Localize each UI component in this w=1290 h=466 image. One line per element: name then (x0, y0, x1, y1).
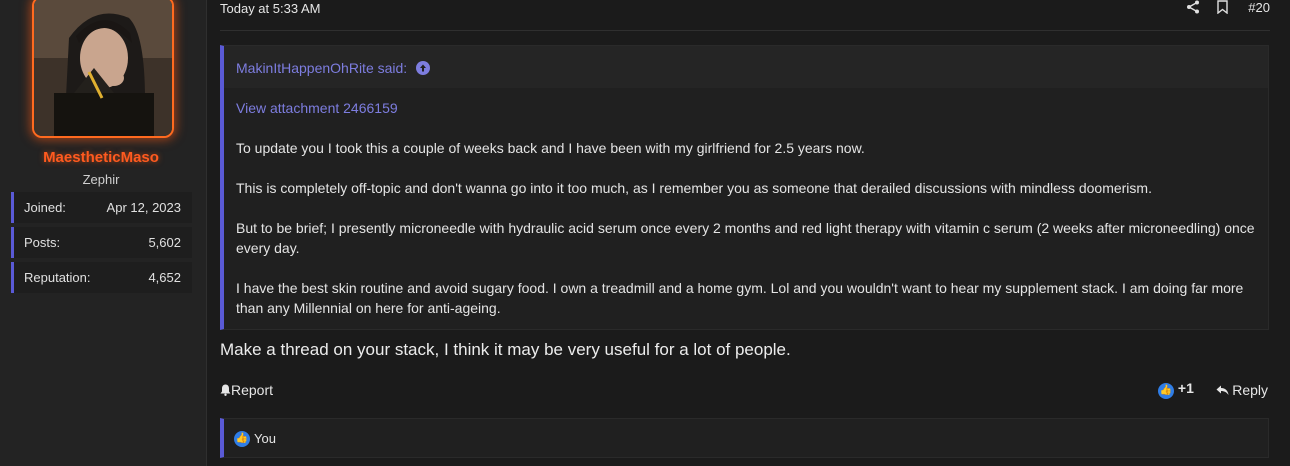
avatar[interactable] (32, 0, 174, 138)
stat-posts: Posts: 5,602 (11, 227, 192, 258)
quote-paragraph: This is completely off-topic and don't w… (236, 180, 1152, 196)
quote-block: MakinItHappenOhRite said: View attachmen… (220, 45, 1269, 330)
bookmark-icon[interactable] (1217, 0, 1228, 17)
user-sidebar: MaestheticMaso Zephir Joined: Apr 12, 20… (0, 0, 207, 466)
quote-paragraph: To update you I took this a couple of we… (236, 140, 865, 156)
stat-label: Reputation: (24, 270, 91, 285)
post-main: Today at 5:33 AM #20 MakinItHappenOhRite… (220, 0, 1270, 466)
quote-author-text: MakinItHappenOhRite said: (236, 60, 408, 76)
post-body: Make a thread on your stack, I think it … (220, 340, 791, 359)
post-number[interactable]: #20 (1248, 0, 1270, 15)
quote-header: MakinItHappenOhRite said: (224, 46, 1268, 88)
header-divider (220, 30, 1270, 31)
stat-value: 4,652 (148, 270, 181, 285)
likes-by-text: You (254, 431, 276, 446)
stat-reputation: Reputation: 4,652 (11, 262, 192, 293)
likes-bar[interactable]: 👍 You (220, 418, 1269, 458)
like-icon: 👍 (1158, 383, 1174, 399)
post-timestamp[interactable]: Today at 5:33 AM (220, 1, 320, 16)
stat-label: Joined: (24, 200, 66, 215)
bell-icon (220, 384, 231, 396)
share-icon[interactable] (1186, 0, 1200, 17)
stat-joined: Joined: Apr 12, 2023 (11, 192, 192, 223)
report-button[interactable]: Report (220, 382, 273, 398)
reply-button[interactable]: Reply (1216, 382, 1268, 398)
report-label: Report (231, 382, 274, 398)
user-title: Zephir (82, 172, 120, 187)
reply-arrow-icon (1216, 385, 1229, 395)
quote-paragraph: But to be brief; I presently microneedle… (236, 220, 1255, 256)
reaction-summary[interactable]: 👍 +1 (1158, 380, 1194, 399)
avatar-image (34, 0, 172, 136)
arrow-up-circle-icon[interactable] (416, 61, 431, 75)
stat-value: 5,602 (148, 235, 181, 250)
quote-author-link[interactable]: MakinItHappenOhRite said: (236, 60, 431, 76)
quote-paragraph: I have the best skin routine and avoid s… (236, 280, 1244, 316)
attachment-link[interactable]: View attachment 2466159 (236, 98, 1256, 118)
like-icon: 👍 (234, 431, 250, 447)
reaction-count: +1 (1177, 380, 1194, 396)
stat-label: Posts: (24, 235, 61, 250)
reply-label: Reply (1232, 382, 1268, 398)
username[interactable]: MaestheticMaso (0, 149, 202, 166)
stat-value: Apr 12, 2023 (106, 200, 181, 215)
